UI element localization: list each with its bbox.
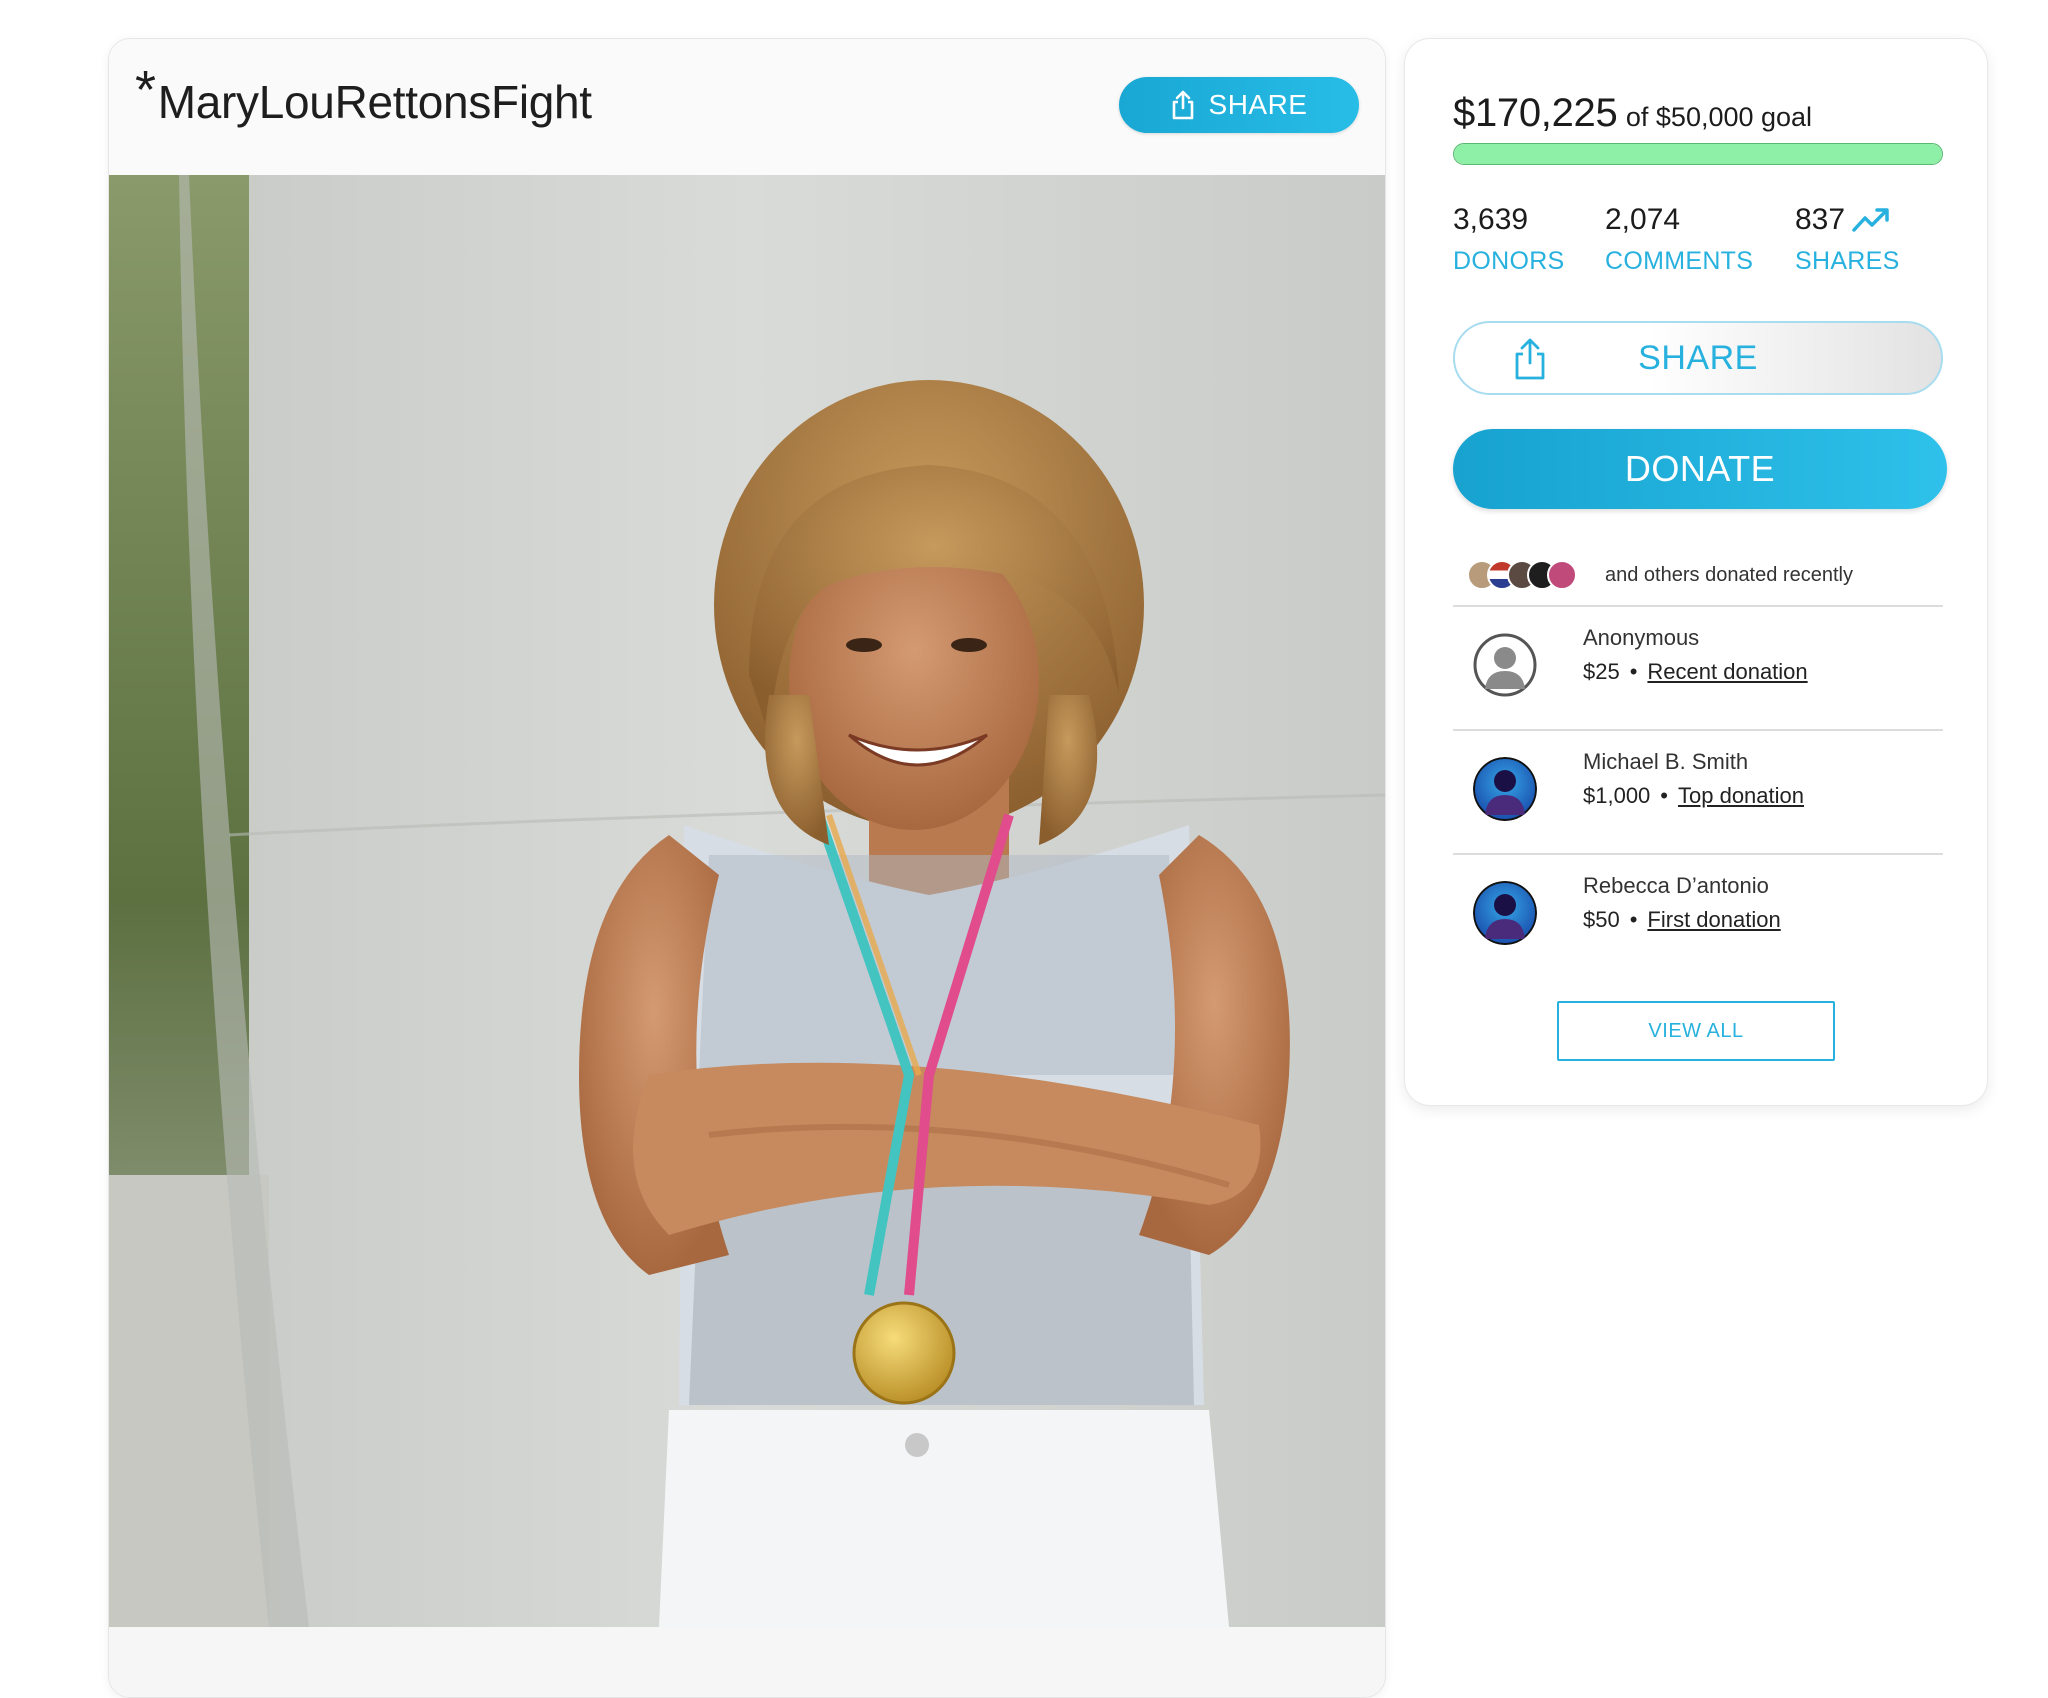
default-avatar-icon <box>1473 633 1537 697</box>
donor-name: Rebecca D’antonio <box>1583 873 1769 898</box>
view-all-button[interactable]: VIEW ALL <box>1557 1001 1835 1061</box>
header-share-button[interactable]: SHARE <box>1119 77 1359 133</box>
donor-name: Anonymous <box>1583 625 1700 650</box>
recent-avatar <box>1547 560 1577 590</box>
donation-panel: $170,225 of $50,000 goal 3,639 DONORS 2,… <box>1404 38 1988 1106</box>
separator-dot: • <box>1629 907 1638 932</box>
progress-bar <box>1453 143 1943 165</box>
title-asterisk: * <box>135 60 156 120</box>
recent-donor-avatars <box>1467 560 1577 590</box>
campaign-title-text: MaryLouRettonsFight <box>157 76 592 128</box>
donor-tag-link[interactable]: Recent donation <box>1647 659 1807 684</box>
campaign-card: *MaryLouRettonsFight SHARE <box>108 38 1386 1698</box>
donor-detail: $1,000 • Top donation <box>1583 783 1804 809</box>
donor-item: Rebecca D’antonio $50 • First donation <box>1473 869 1943 959</box>
user-silhouette-icon <box>1473 757 1537 821</box>
recent-donors-row: and others donated recently <box>1467 555 1937 595</box>
divider <box>1453 853 1943 855</box>
stat-shares[interactable]: 837 SHARES <box>1795 203 1900 276</box>
user-silhouette-icon <box>1473 881 1537 945</box>
divider <box>1453 729 1943 731</box>
share-button[interactable]: SHARE <box>1453 321 1943 395</box>
raised-summary: $170,225 of $50,000 goal <box>1453 91 1812 136</box>
share-button-label: SHARE <box>1638 338 1758 377</box>
stat-comments-value: 2,074 <box>1605 203 1681 236</box>
separator-dot: • <box>1629 659 1638 684</box>
stat-donors-value: 3,639 <box>1453 203 1529 236</box>
donor-amount: $25 <box>1583 659 1620 684</box>
donor-item: Anonymous $25 • Recent donation <box>1473 621 1943 711</box>
share-icon <box>1172 90 1193 120</box>
progress-fill <box>1454 144 1942 164</box>
donor-detail: $50 • First donation <box>1583 907 1781 933</box>
goal-text: of $50,000 goal <box>1625 102 1813 132</box>
donor-amount: $50 <box>1583 907 1620 932</box>
recent-donors-text: and others donated recently <box>1605 563 1853 586</box>
stat-comments-label: COMMENTS <box>1605 247 1754 275</box>
campaign-header: *MaryLouRettonsFight SHARE <box>109 39 1385 175</box>
raised-amount: $170,225 <box>1453 91 1618 135</box>
donate-button[interactable]: DONATE <box>1453 429 1947 509</box>
stat-shares-value: 837 <box>1795 203 1846 236</box>
stat-donors-label: DONORS <box>1453 247 1565 275</box>
stat-shares-number: 837 <box>1795 203 1900 237</box>
donor-amount: $1,000 <box>1583 783 1651 808</box>
donor-tag-link[interactable]: First donation <box>1647 907 1780 932</box>
donate-button-label: DONATE <box>1624 448 1776 489</box>
campaign-title: *MaryLouRettonsFight <box>135 60 592 131</box>
donor-item: Michael B. Smith $1,000 • Top donation <box>1473 745 1943 835</box>
stat-donors[interactable]: 3,639 DONORS <box>1453 203 1565 276</box>
donor-detail: $25 • Recent donation <box>1583 659 1808 685</box>
campaign-footer-strip <box>109 1627 1385 1697</box>
donor-name: Michael B. Smith <box>1583 749 1749 774</box>
donor-tag-link[interactable]: Top donation <box>1678 783 1804 808</box>
header-share-label: SHARE <box>1208 89 1308 120</box>
stat-shares-label: SHARES <box>1795 247 1900 275</box>
campaign-photo <box>109 175 1385 1627</box>
divider <box>1453 605 1943 607</box>
stat-comments[interactable]: 2,074 COMMENTS <box>1605 203 1753 276</box>
view-all-label: VIEW ALL <box>1648 1019 1744 1042</box>
share-icon <box>1515 338 1545 380</box>
separator-dot: • <box>1660 783 1668 808</box>
trending-up-icon <box>1852 208 1889 232</box>
